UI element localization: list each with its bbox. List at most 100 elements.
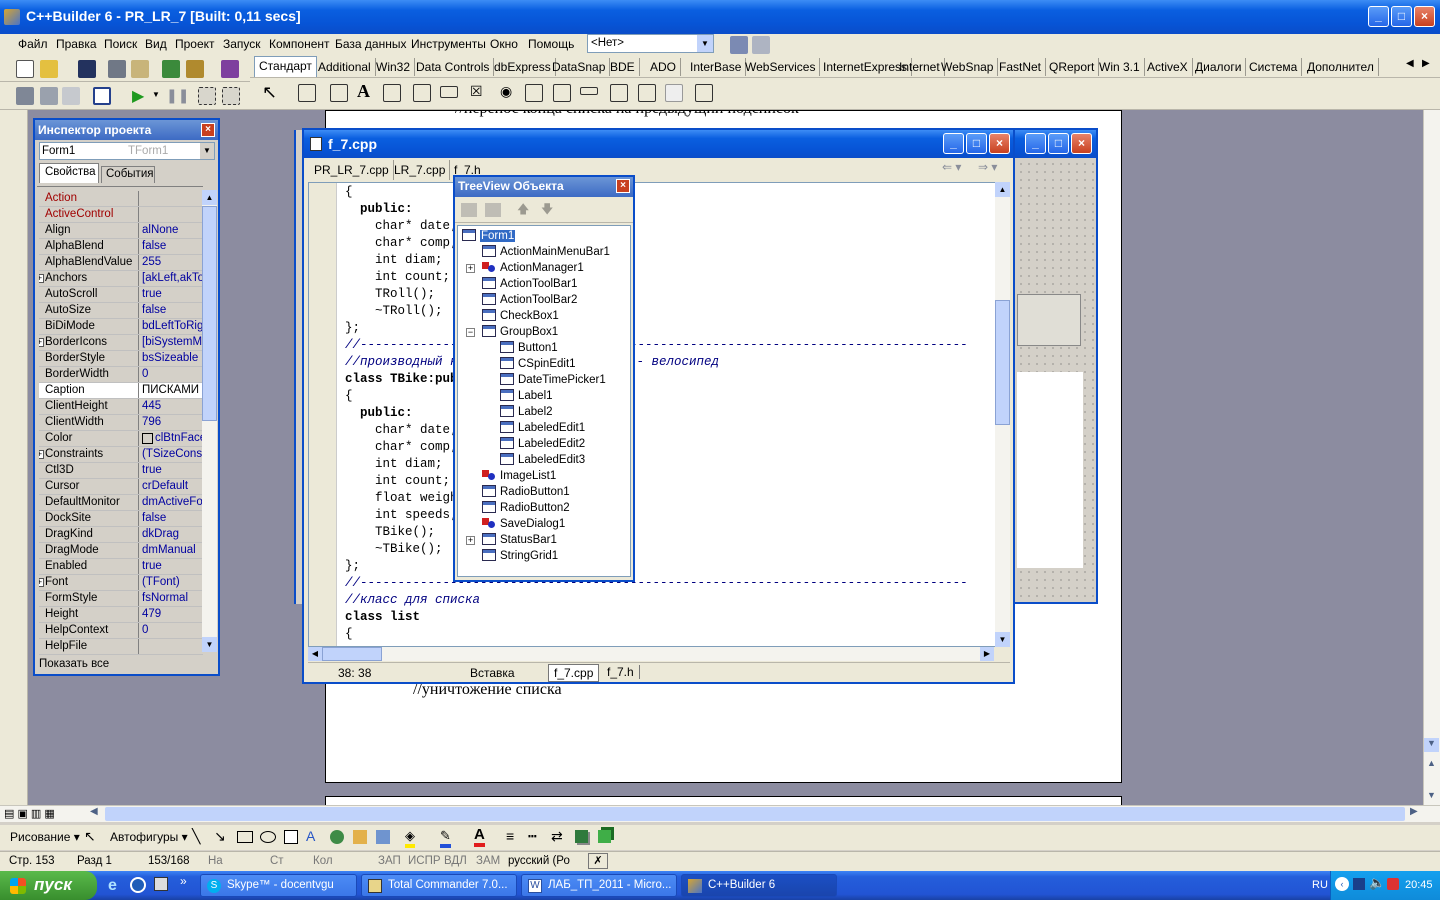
property-value[interactable]: (TSizeConstr	[141, 447, 203, 462]
menu-run[interactable]: Запуск	[223, 37, 261, 51]
property-row[interactable]: +Anchors[akLeft,akTo	[39, 271, 203, 287]
move-down-icon[interactable]: 🡇	[541, 200, 553, 221]
property-row[interactable]: AutoScroll true	[39, 287, 203, 303]
chevron-down-icon[interactable]: ▼	[697, 35, 713, 52]
rectangle-icon[interactable]	[237, 831, 253, 843]
menu-database[interactable]: База данных	[335, 37, 406, 51]
menu-view[interactable]: Вид	[145, 37, 167, 51]
property-value[interactable]: ПИСКАМИ	[141, 383, 203, 398]
editor-close-button[interactable]: ×	[989, 133, 1010, 154]
autoshapes-menu[interactable]: Автофигуры ▾	[110, 830, 188, 844]
menu-edit[interactable]: Правка	[56, 37, 97, 51]
editor-minimize-button[interactable]: _	[943, 133, 964, 154]
property-row[interactable]: ActiveControl	[39, 207, 203, 223]
nav-forward-icon[interactable]: ⇒ ▾	[978, 160, 997, 174]
pointer-tool-icon[interactable]: ↖	[262, 82, 277, 103]
palette-tab-19[interactable]: Дополнител	[1303, 58, 1379, 76]
property-row[interactable]: AlphaBlend false	[39, 239, 203, 255]
property-value[interactable]: false	[141, 303, 203, 318]
property-row[interactable]: Ctl3D true	[39, 463, 203, 479]
property-row[interactable]: AutoSize false	[39, 303, 203, 319]
property-value[interactable]: dmManual	[141, 543, 203, 558]
clipart-icon[interactable]	[353, 830, 367, 844]
palette-tab-6[interactable]: BDE	[606, 58, 640, 76]
dash-style-icon[interactable]: ┅	[528, 828, 536, 845]
mainmenu-icon[interactable]	[330, 84, 348, 102]
tree-node[interactable]: RadioButton2	[482, 500, 570, 516]
menu-tools[interactable]: Инструменты	[411, 37, 486, 51]
property-value[interactable]: 255	[141, 255, 203, 270]
groupbox-icon[interactable]	[610, 84, 628, 102]
move-up-icon[interactable]: 🡅	[517, 200, 529, 221]
tree-node[interactable]: Label1	[500, 388, 553, 404]
tree-node[interactable]: Label2	[500, 404, 553, 420]
network-icon[interactable]	[1353, 878, 1365, 890]
wordart-icon[interactable]: A	[306, 828, 315, 844]
frames-icon[interactable]	[298, 84, 316, 102]
palette-tab-8[interactable]: InterBase	[686, 58, 747, 76]
quicklaunch-more-icon[interactable]: »	[180, 874, 187, 888]
menu-window[interactable]: Окно	[490, 37, 518, 51]
picture-icon[interactable]	[376, 830, 390, 844]
word-scroll-up-arrow[interactable]: ▼	[1424, 738, 1439, 752]
tree-node[interactable]: StatusBar1	[482, 532, 557, 548]
property-value[interactable]: bsSizeable	[141, 351, 203, 366]
view-form-icon[interactable]	[40, 87, 58, 105]
scroll-down-arrow[interactable]: ▼	[202, 637, 217, 652]
inspector-title-bar[interactable]: Инспектор проекта ×	[35, 120, 218, 140]
menu-component[interactable]: Компонент	[269, 37, 330, 51]
new-form-icon[interactable]	[93, 87, 111, 105]
status-ext[interactable]: ВДЛ	[444, 855, 467, 867]
expand-icon[interactable]: +	[466, 264, 475, 273]
object-treeview-window[interactable]: TreeView Объекта × 🡅 🡇 Form1 ActionMainMe…	[453, 175, 635, 582]
new-file-icon[interactable]	[16, 60, 34, 78]
property-row[interactable]: DockSite false	[39, 511, 203, 527]
tree-node[interactable]: RadioButton1	[482, 484, 570, 500]
run-dropdown-icon[interactable]: ▼	[152, 90, 160, 99]
editor-hscrollbar[interactable]: ◀ ▶	[308, 647, 994, 661]
add-file-icon[interactable]	[162, 60, 180, 78]
hscroll-thumb[interactable]	[105, 807, 1405, 821]
object-inspector[interactable]: Инспектор проекта × Form1 TForm1 ▼ Свойс…	[33, 118, 220, 676]
fill-color-icon[interactable]: ◈	[405, 828, 415, 848]
combobox-icon[interactable]	[553, 84, 571, 102]
tree-node[interactable]: LabeledEdit3	[500, 452, 585, 468]
hscroll-right-arrow[interactable]: ▶	[1410, 806, 1418, 817]
palette-tab-3[interactable]: Data Controls	[412, 58, 495, 76]
palette-tab-9[interactable]: WebServices	[741, 58, 821, 76]
form-close-button[interactable]: ×	[1071, 133, 1092, 154]
arrow-style-icon[interactable]: ⇄	[551, 828, 563, 845]
property-value[interactable]: [biSystemMe	[141, 335, 203, 350]
media-player-icon[interactable]	[130, 877, 146, 893]
property-row[interactable]: ClientWidth 796	[39, 415, 203, 431]
menu-search[interactable]: Поиск	[104, 37, 137, 51]
spelling-icon[interactable]: ✗	[588, 853, 608, 869]
property-row[interactable]: DragKind dkDrag	[39, 527, 203, 543]
collapse-icon[interactable]: −	[466, 328, 475, 337]
start-button[interactable]: пуск	[0, 871, 97, 900]
checkbox-icon[interactable]: ☒	[470, 83, 483, 100]
status-rec[interactable]: ЗАП	[378, 855, 401, 867]
main-close-button[interactable]: ×	[1414, 6, 1435, 27]
tree-node[interactable]: ActionToolBar2	[482, 292, 577, 308]
ie-icon[interactable]: e	[108, 877, 117, 895]
palette-tab-2[interactable]: Win32	[372, 58, 416, 76]
trace-into-icon[interactable]	[198, 87, 216, 105]
panel-icon[interactable]	[665, 84, 683, 102]
property-value[interactable]: true	[141, 463, 203, 478]
oval-icon[interactable]	[260, 831, 276, 843]
property-value[interactable]: alNone	[141, 223, 203, 238]
editor-vscrollbar[interactable]: ▲ ▼	[995, 182, 1010, 647]
palette-tab-12[interactable]: WebSnap	[937, 58, 999, 76]
radiobutton-icon[interactable]: ◉	[500, 83, 512, 100]
palette-tab-4[interactable]: dbExpress	[490, 58, 556, 76]
property-value[interactable]: 796	[141, 415, 203, 430]
palette-tab-18[interactable]: Система	[1245, 58, 1303, 76]
tree-node[interactable]: StringGrid1	[482, 548, 558, 564]
task-word[interactable]: W ЛАБ_ТП_2011 - Micro...	[521, 874, 677, 897]
property-value[interactable]: true	[141, 287, 203, 302]
edit-icon[interactable]	[383, 84, 401, 102]
tab-events[interactable]: События	[101, 166, 155, 183]
scroll-up-arrow[interactable]: ▲	[202, 190, 217, 205]
cut-icon[interactable]	[485, 203, 501, 217]
